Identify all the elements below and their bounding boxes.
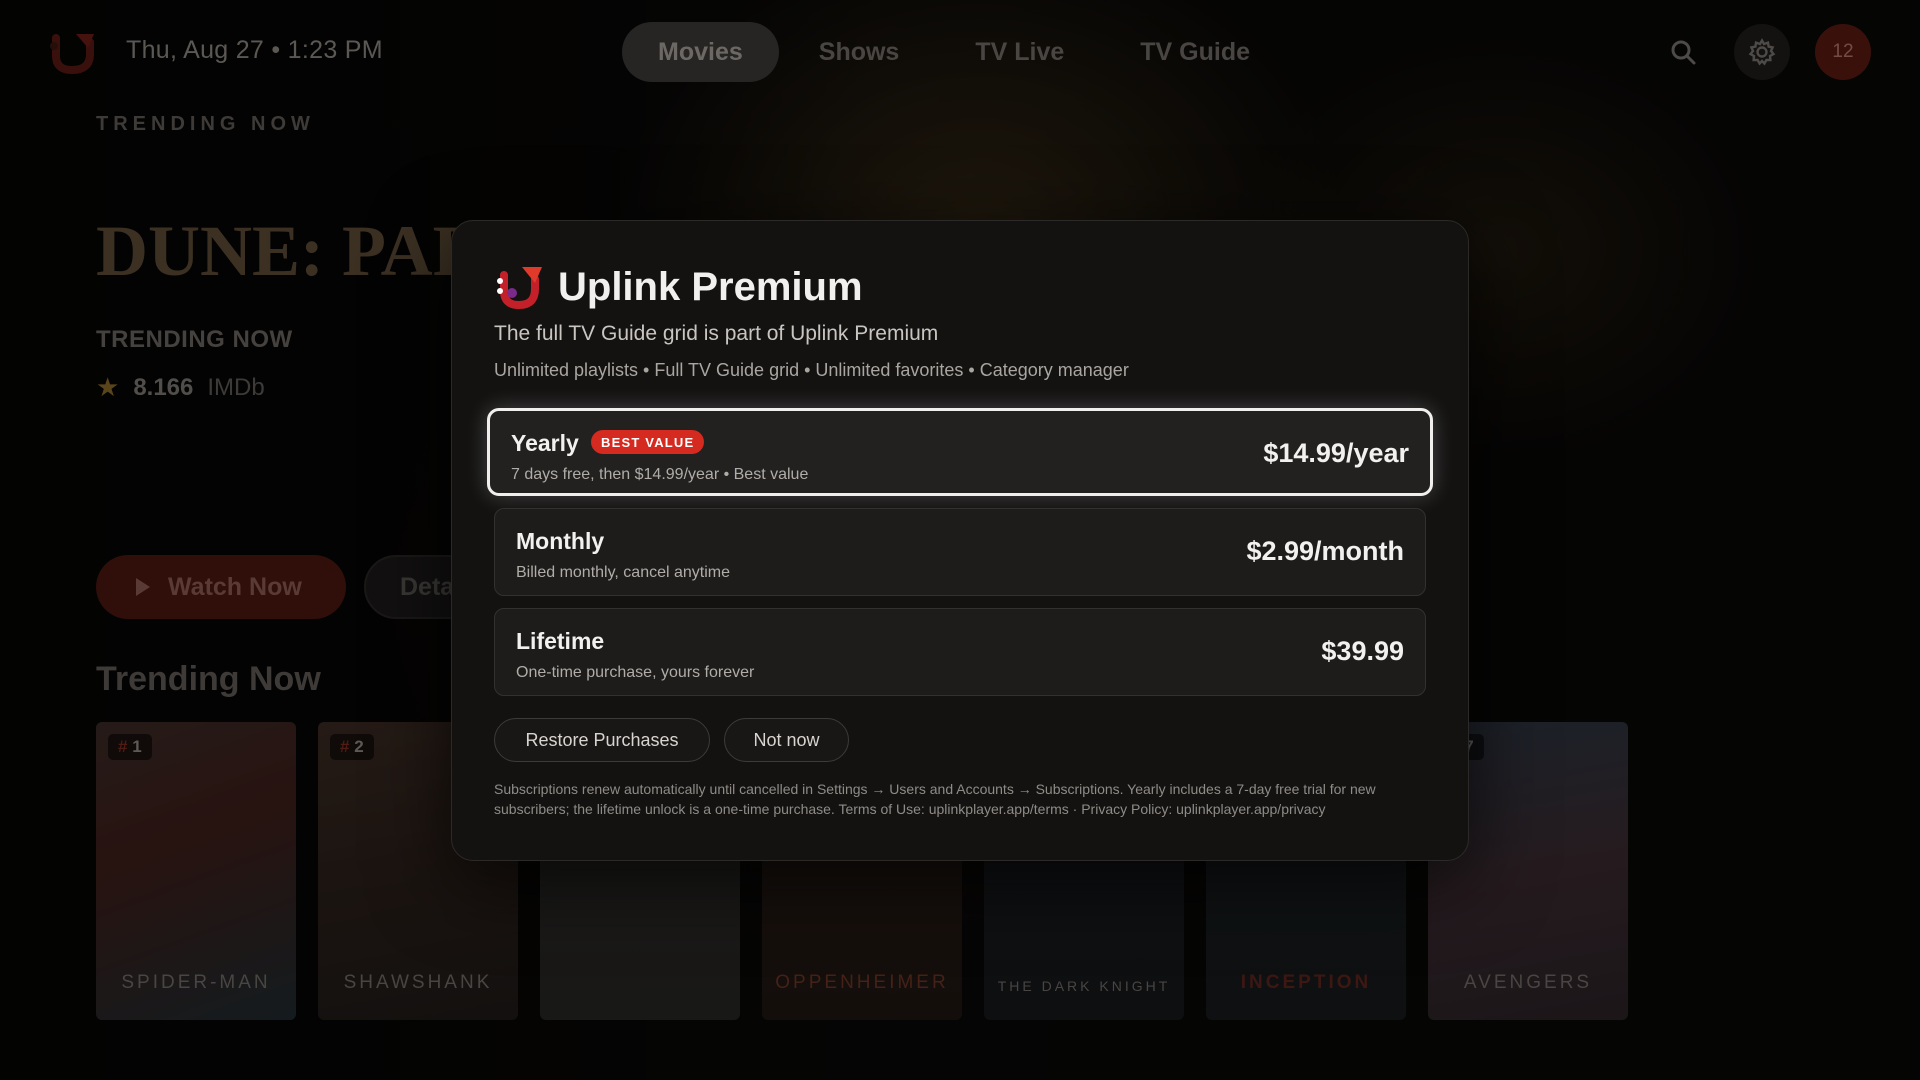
restore-purchases-button[interactable]: Restore Purchases	[494, 718, 710, 762]
plan-price: $39.99	[1321, 636, 1404, 666]
plan-option-lifetime[interactable]: Lifetime One-time purchase, yours foreve…	[494, 608, 1426, 696]
plan-name: Yearly	[511, 430, 579, 456]
plan-description: Billed monthly, cancel anytime	[516, 564, 731, 581]
plan-name: Monthly	[516, 528, 605, 554]
dialog-subtitle: The full TV Guide grid is part of Uplink…	[494, 322, 939, 345]
not-now-button[interactable]: Not now	[724, 718, 849, 762]
plan-option-yearly[interactable]: Yearly BEST VALUE 7 days free, then $14.…	[487, 408, 1433, 496]
best-value-badge: BEST VALUE	[591, 430, 705, 454]
plan-price: $2.99/month	[1246, 536, 1404, 566]
plan-description: 7 days free, then $14.99/year • Best val…	[511, 466, 809, 483]
feature-list: Unlimited playlists • Full TV Guide grid…	[494, 360, 1129, 380]
plan-price: $14.99/year	[1263, 438, 1409, 468]
plan-description: One-time purchase, yours forever	[516, 664, 755, 681]
plan-name: Lifetime	[516, 628, 605, 654]
legal-text: Subscriptions renew automatically until …	[494, 781, 1376, 817]
uplink-logo-icon	[497, 267, 542, 310]
plan-option-monthly[interactable]: Monthly Billed monthly, cancel anytime $…	[494, 508, 1426, 596]
premium-dialog: Uplink Premium The full TV Guide grid is…	[451, 220, 1469, 861]
dialog-title: Uplink Premium	[558, 265, 863, 309]
